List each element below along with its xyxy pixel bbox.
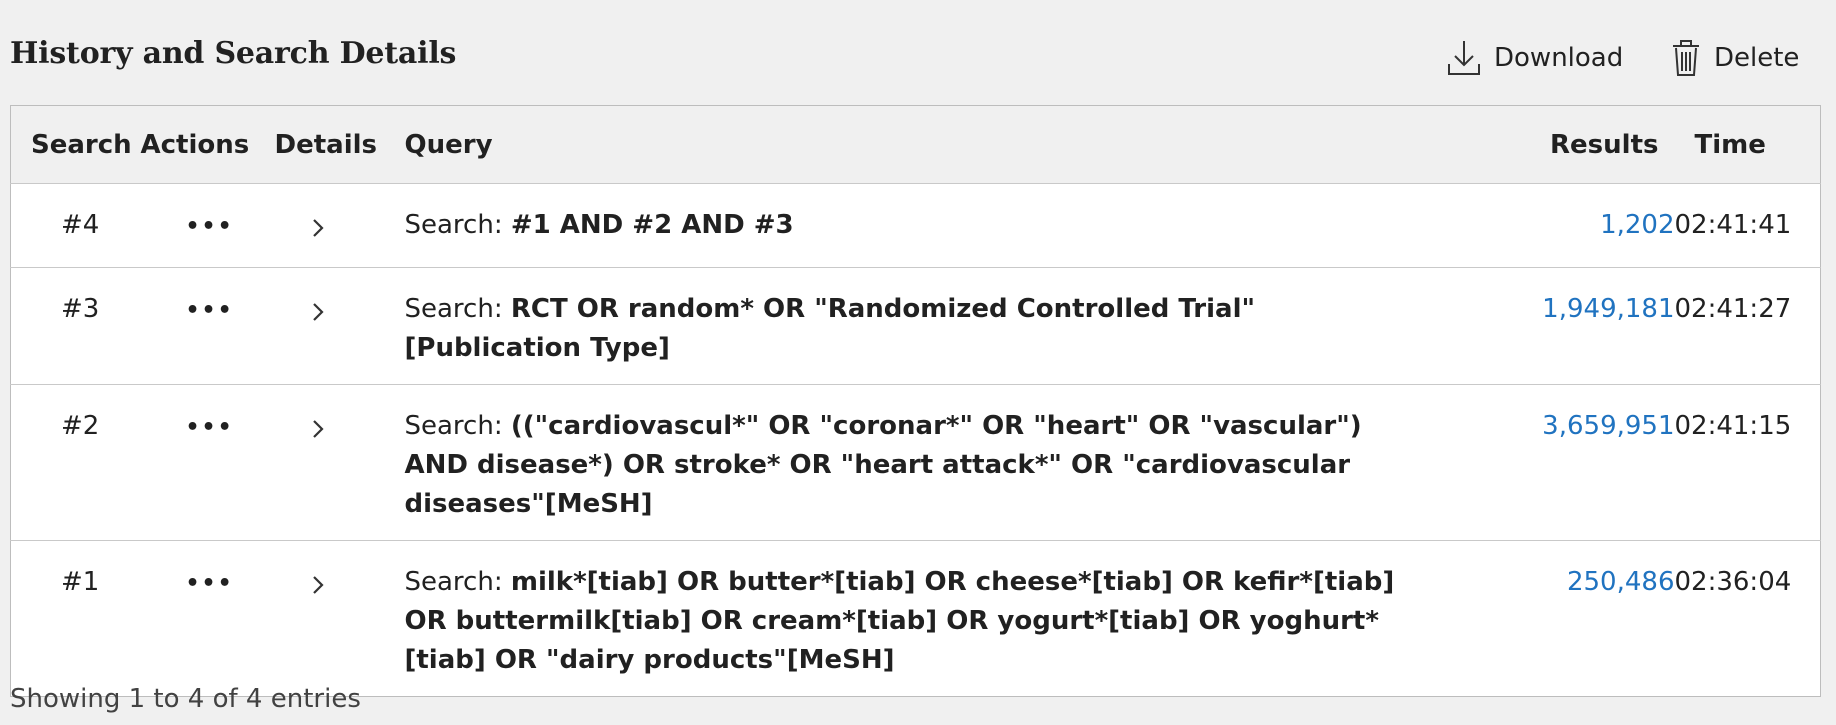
table-row: #4 ••• Search: #1 AND #2 AND #3 1,202 02… [10, 183, 1821, 268]
column-header-actions: Actions [140, 129, 250, 160]
search-number: #4 [61, 210, 100, 240]
trash-icon [1670, 38, 1702, 78]
search-number: #2 [61, 411, 100, 441]
query-text: milk*[tiab] OR butter*[tiab] OR cheese*[… [404, 567, 1395, 675]
query-text: RCT OR random* OR "Randomized Controlled… [404, 294, 1256, 363]
column-header-details: Details [274, 129, 378, 160]
table-row: #3 ••• Search: RCT OR random* OR "Random… [10, 267, 1821, 385]
search-time: 02:41:15 [1674, 411, 1792, 441]
chevron-right-icon[interactable] [311, 569, 325, 608]
delete-label: Delete [1714, 43, 1800, 73]
column-header-query: Query [404, 129, 493, 160]
history-panel: History and Search Details Download Dele… [0, 0, 1836, 725]
results-link[interactable]: 1,949,181 [1542, 294, 1674, 324]
table-header-row: Search Actions Details Query Results Tim… [10, 105, 1821, 184]
entries-info: Showing 1 to 4 of 4 entries [10, 684, 361, 714]
more-options-icon[interactable]: ••• [186, 291, 234, 330]
page-title: History and Search Details [10, 36, 457, 71]
results-link[interactable]: 1,202 [1600, 210, 1674, 240]
column-header-results[interactable]: Results [1419, 106, 1675, 184]
more-options-icon[interactable]: ••• [186, 207, 234, 246]
more-options-icon[interactable]: ••• [186, 408, 234, 447]
query-cell: Search: #1 AND #2 AND #3 [405, 184, 1419, 268]
table-row: #1 ••• Search: milk*[tiab] OR butter*[ti… [10, 540, 1821, 697]
search-time: 02:41:41 [1674, 210, 1792, 240]
history-header: History and Search Details Download Dele… [0, 0, 1836, 106]
chevron-right-icon[interactable] [311, 296, 325, 335]
chevron-right-icon[interactable] [311, 413, 325, 452]
column-header-search[interactable]: Search [11, 106, 141, 184]
more-options-icon[interactable]: ••• [186, 564, 234, 603]
query-prefix: Search: [404, 210, 511, 240]
query-prefix: Search: [404, 294, 511, 324]
query-prefix: Search: [404, 567, 511, 597]
chevron-right-icon[interactable] [311, 212, 325, 251]
download-icon [1446, 38, 1482, 78]
search-time: 02:36:04 [1674, 567, 1792, 597]
download-button[interactable]: Download [1446, 38, 1623, 78]
query-cell: Search: (("cardiovascul*" OR "coronar*" … [405, 385, 1419, 541]
query-text: (("cardiovascul*" OR "coronar*" OR "hear… [404, 411, 1362, 519]
results-link[interactable]: 3,659,951 [1542, 411, 1674, 441]
query-cell: Search: milk*[tiab] OR butter*[tiab] OR … [405, 541, 1419, 697]
history-table: Search Actions Details Query Results Tim… [10, 105, 1821, 697]
table-row: #2 ••• Search: (("cardiovascul*" OR "cor… [10, 384, 1821, 541]
delete-button[interactable]: Delete [1670, 38, 1799, 78]
search-number: #1 [61, 567, 100, 597]
query-cell: Search: RCT OR random* OR "Randomized Co… [405, 268, 1419, 385]
search-time: 02:41:27 [1674, 294, 1792, 324]
query-text: #1 AND #2 AND #3 [510, 210, 794, 240]
search-number: #3 [61, 294, 100, 324]
column-header-time[interactable]: Time [1675, 106, 1821, 184]
query-prefix: Search: [404, 411, 511, 441]
download-label: Download [1494, 43, 1624, 73]
results-link[interactable]: 250,486 [1567, 567, 1675, 597]
